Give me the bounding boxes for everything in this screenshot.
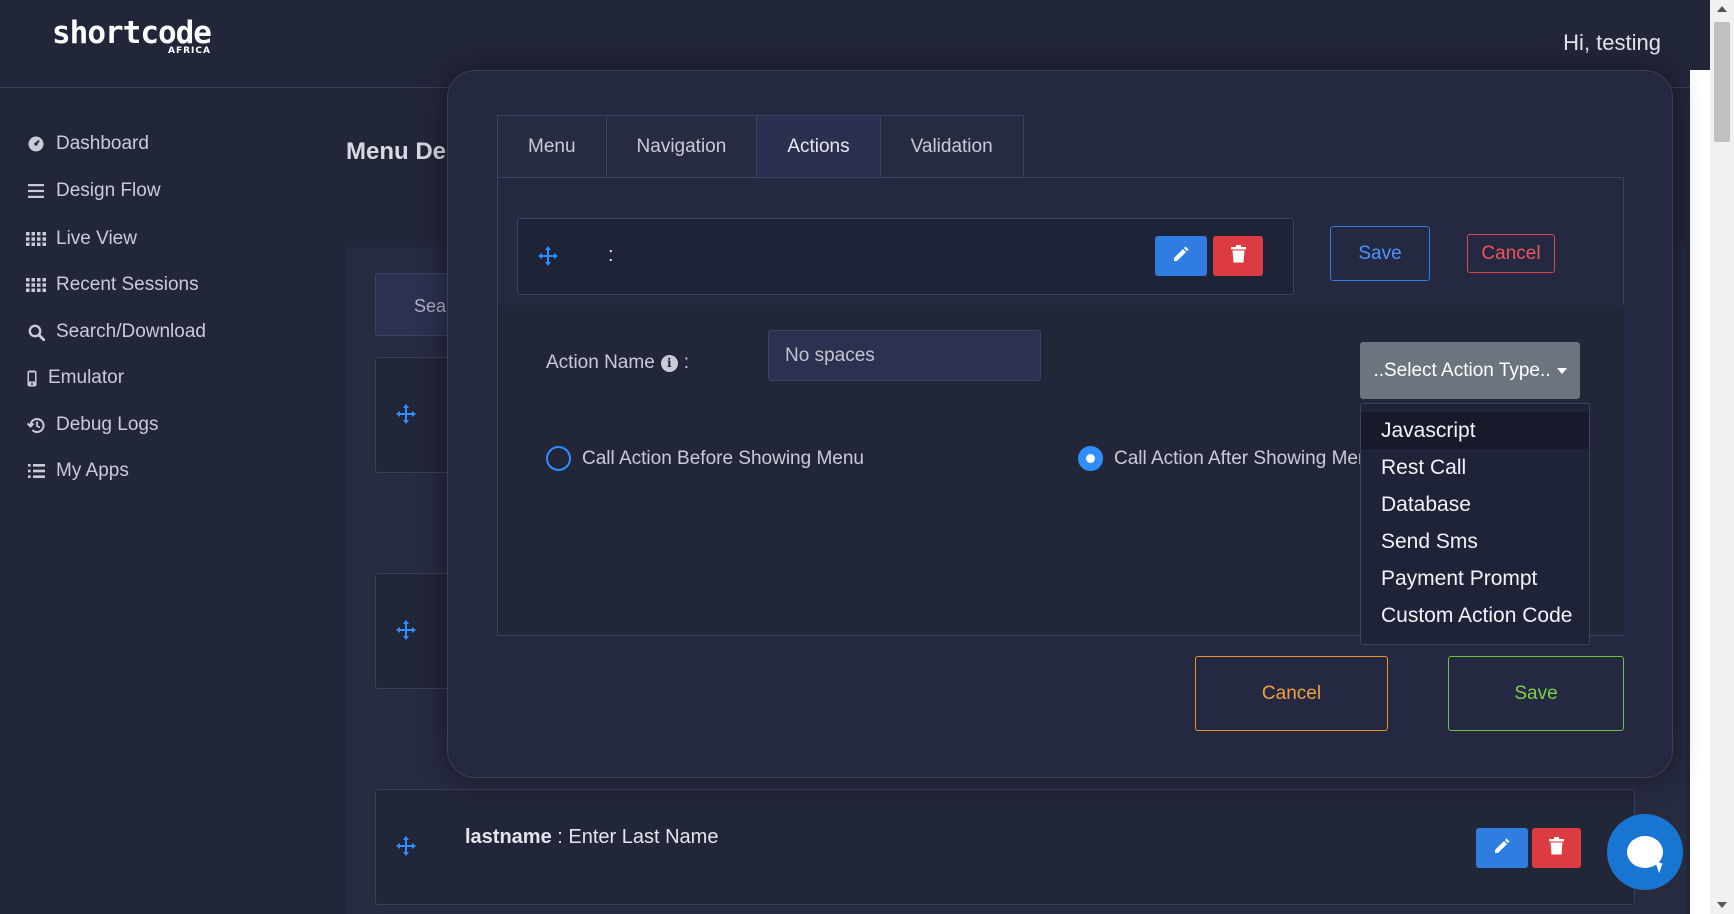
- dashboard-icon: [26, 134, 46, 154]
- save-action-button[interactable]: Save: [1330, 226, 1430, 281]
- delete-action-button[interactable]: [1213, 236, 1263, 276]
- action-item-label: :: [608, 244, 614, 266]
- info-icon[interactable]: i: [660, 354, 678, 372]
- dropdown-option-javascript[interactable]: Javascript: [1361, 412, 1589, 449]
- trash-icon: [1230, 244, 1246, 268]
- grid-dots-icon: [26, 275, 46, 295]
- dropdown-option-database[interactable]: Database: [1361, 486, 1589, 523]
- sidebar-item-search-download[interactable]: Search/Download: [26, 317, 206, 347]
- scrollbar[interactable]: [1710, 0, 1734, 914]
- cancel-action-button[interactable]: Cancel: [1467, 234, 1555, 273]
- edit-button[interactable]: [1476, 828, 1528, 868]
- sidebar-item-dashboard[interactable]: Dashboard: [26, 129, 149, 159]
- logo-wordmark: shortcode: [52, 15, 212, 51]
- move-icon[interactable]: [395, 619, 417, 645]
- scroll-down-icon[interactable]: [1717, 902, 1727, 908]
- tab-menu[interactable]: Menu: [497, 115, 607, 178]
- page-title: Menu Des: [346, 138, 460, 165]
- sidebar-item-design-flow[interactable]: Design Flow: [26, 176, 161, 206]
- search-icon: [26, 322, 46, 342]
- action-name-input[interactable]: [768, 330, 1041, 381]
- scrollbar-thumb[interactable]: [1714, 22, 1730, 142]
- select-action-type-button[interactable]: ..Select Action Type..: [1360, 342, 1580, 399]
- field-prompt: Enter Last Name: [568, 826, 719, 848]
- radio-label: Call Action After Showing Menu: [1114, 447, 1360, 469]
- radio-button[interactable]: [546, 446, 571, 471]
- grid-dots-icon: [26, 229, 46, 249]
- sidebar-item-recent-sessions[interactable]: Recent Sessions: [26, 270, 199, 300]
- sidebar-item-label: Design Flow: [56, 180, 161, 201]
- select-action-type-label: ..Select Action Type..: [1373, 359, 1551, 381]
- modal-tabs: Menu Navigation Actions Validation: [497, 115, 1024, 178]
- field-name: lastname: [465, 826, 552, 848]
- tab-navigation[interactable]: Navigation: [605, 115, 758, 178]
- sidebar-item-label: Search/Download: [56, 321, 206, 342]
- sidebar-item-label: Dashboard: [56, 133, 149, 154]
- sidebar-item-label: Live View: [56, 228, 137, 249]
- delete-button[interactable]: [1532, 828, 1581, 868]
- page-edge: [1690, 70, 1710, 914]
- caret-down-icon: [1556, 367, 1567, 374]
- radio-call-before[interactable]: Call Action Before Showing Menu: [546, 446, 864, 471]
- field-separator: :: [551, 826, 569, 848]
- history-icon: [26, 415, 46, 435]
- chat-widget-button[interactable]: [1607, 814, 1683, 890]
- chat-icon: [1627, 836, 1663, 868]
- action-name-label: Action Name i :: [546, 352, 689, 374]
- move-icon[interactable]: [395, 403, 417, 429]
- menu-lines-icon: [26, 181, 46, 201]
- pencil-icon: [1172, 245, 1190, 268]
- edit-action-button[interactable]: [1155, 236, 1207, 276]
- dropdown-option-rest-call[interactable]: Rest Call: [1361, 449, 1589, 486]
- tab-validation[interactable]: Validation: [879, 115, 1024, 178]
- dropdown-option-custom-action-code[interactable]: Custom Action Code: [1361, 597, 1589, 634]
- move-icon[interactable]: [537, 245, 559, 271]
- sidebar-item-debug-logs[interactable]: Debug Logs: [26, 410, 158, 440]
- user-greeting[interactable]: Hi, testing: [1563, 30, 1661, 56]
- sidebar-item-emulator[interactable]: Emulator: [26, 363, 124, 393]
- sidebar-item-label: Debug Logs: [56, 414, 159, 435]
- trash-icon: [1549, 836, 1564, 860]
- save-button[interactable]: Save: [1448, 656, 1624, 731]
- cancel-button[interactable]: Cancel: [1195, 656, 1388, 731]
- sidebar-item-my-apps[interactable]: My Apps: [26, 456, 129, 486]
- action-name-label-text: Action Name: [546, 352, 655, 373]
- sidebar-item-label: Emulator: [48, 367, 125, 388]
- radio-label: Call Action Before Showing Menu: [582, 447, 864, 469]
- sidebar-item-label: My Apps: [56, 460, 129, 481]
- action-type-dropdown: Javascript Rest Call Database Send Sms P…: [1360, 403, 1590, 645]
- action-name-label-colon: :: [683, 352, 690, 373]
- list-item-label: lastname : Enter Last Name: [465, 826, 718, 849]
- radio-call-after[interactable]: Call Action After Showing Menu: [1078, 446, 1360, 471]
- sidebar-item-live-view[interactable]: Live View: [26, 224, 137, 254]
- tab-actions[interactable]: Actions: [756, 115, 881, 178]
- move-icon[interactable]: [395, 835, 417, 861]
- dropdown-option-send-sms[interactable]: Send Sms: [1361, 523, 1589, 560]
- phone-icon: [26, 368, 38, 388]
- dropdown-option-payment-prompt[interactable]: Payment Prompt: [1361, 560, 1589, 597]
- sidebar-item-label: Recent Sessions: [56, 274, 199, 295]
- radio-button-checked[interactable]: [1078, 446, 1103, 471]
- scroll-up-icon[interactable]: [1717, 6, 1727, 12]
- list-icon: [26, 461, 46, 481]
- logo[interactable]: shortcode AFRICA: [52, 15, 212, 56]
- pencil-icon: [1493, 837, 1511, 860]
